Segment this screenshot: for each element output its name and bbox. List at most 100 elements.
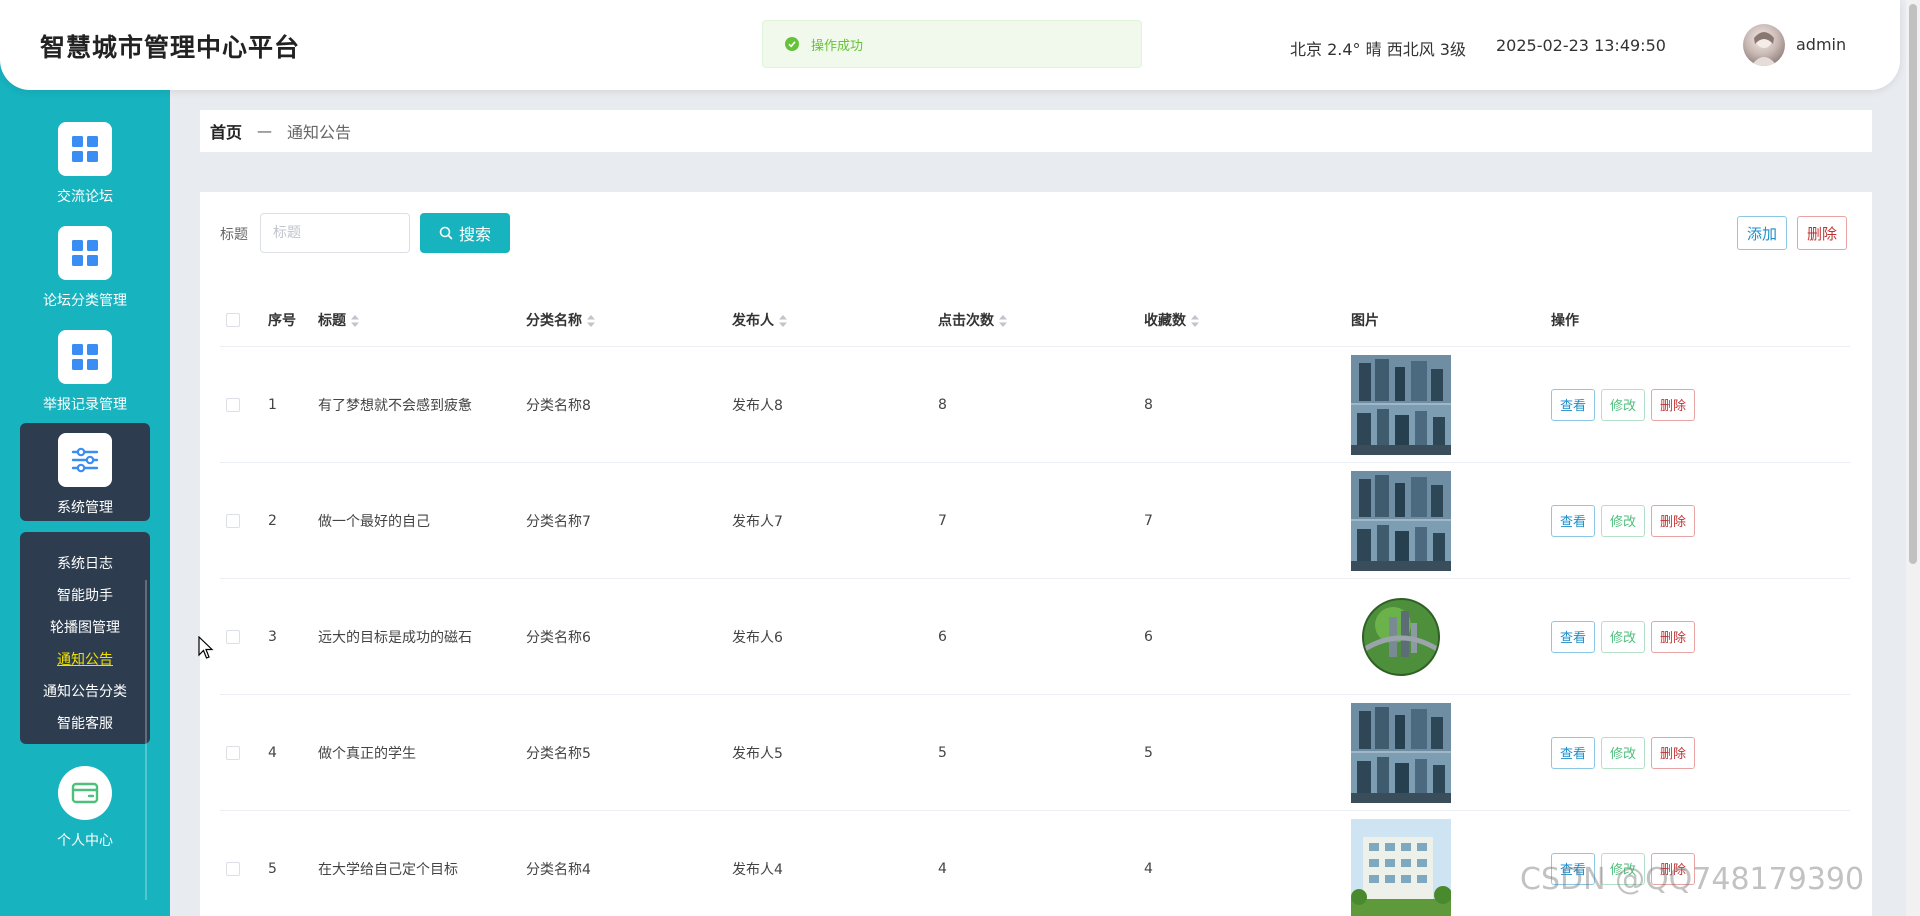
- cell-actions: 查看 修改 删除: [1551, 504, 1811, 537]
- sidebar-item-label: 交流论坛: [57, 189, 113, 205]
- watermark: CSDN @QQ748179390: [1520, 862, 1865, 897]
- cell-actions: 查看 修改 删除: [1551, 388, 1811, 421]
- cell-title: 做个真正的学生: [318, 745, 416, 762]
- sidebar-item-label: 个人中心: [57, 833, 113, 849]
- sort-icon[interactable]: [1191, 315, 1199, 327]
- top-header: 智慧城市管理中心平台 操作成功 北京 2.4° 晴 西北风 3级 2025-02…: [0, 0, 1900, 90]
- sidebar: 交流论坛 论坛分类管理 举报记录管理 系统管理 系统日志 智能助手 轮播图管理 …: [0, 0, 170, 916]
- header-category[interactable]: 分类名称: [526, 310, 732, 330]
- view-button[interactable]: 查看: [1551, 504, 1596, 537]
- select-all-checkbox[interactable]: [226, 313, 240, 327]
- header-publisher[interactable]: 发布人: [732, 310, 938, 330]
- current-datetime: 2025-02-23 13:49:50: [1496, 36, 1666, 55]
- view-button[interactable]: 查看: [1551, 388, 1596, 421]
- sort-icon[interactable]: [999, 315, 1007, 327]
- username[interactable]: admin: [1796, 35, 1846, 54]
- title-search-input[interactable]: [260, 213, 410, 253]
- delete-button[interactable]: 删除: [1651, 388, 1696, 421]
- header-label: 标题: [318, 313, 346, 329]
- sidebar-item-label: 举报记录管理: [43, 397, 127, 413]
- header-label: 发布人: [732, 313, 774, 329]
- city-towers-thumbnail[interactable]: [1351, 354, 1451, 455]
- cell-clicks: 8: [938, 396, 947, 413]
- view-button[interactable]: 查看: [1551, 620, 1596, 653]
- row-checkbox[interactable]: [226, 629, 240, 644]
- cell-category: 分类名称5: [526, 745, 591, 762]
- search-button[interactable]: 搜索: [420, 213, 510, 253]
- sidebar-scrollbar[interactable]: [145, 580, 147, 900]
- cell-category: 分类名称8: [526, 397, 591, 414]
- header-label: 分类名称: [526, 313, 582, 329]
- cell-category: 分类名称6: [526, 629, 591, 646]
- edit-button[interactable]: 修改: [1601, 736, 1646, 769]
- sliders-icon: [58, 433, 112, 487]
- sidebar-item-forum-category[interactable]: 论坛分类管理: [20, 216, 150, 314]
- header-favorites[interactable]: 收藏数: [1144, 310, 1351, 330]
- notice-table: 序号 标题 分类名称 发布人 点击次数 收藏数 图片 操作 1 有了梦想就不会感到…: [220, 294, 1850, 916]
- header-label: 点击次数: [938, 313, 994, 329]
- sidebar-item-system[interactable]: 系统管理: [20, 423, 150, 521]
- cell-clicks: 5: [938, 744, 947, 761]
- cell-index: 3: [268, 628, 277, 645]
- page-scrollbar[interactable]: [1906, 0, 1920, 916]
- search-button-label: 搜索: [458, 225, 491, 244]
- row-checkbox[interactable]: [226, 397, 240, 412]
- apartment-building-thumbnail[interactable]: [1351, 818, 1451, 916]
- row-checkbox[interactable]: [226, 861, 240, 876]
- delete-button[interactable]: 删除: [1651, 736, 1696, 769]
- cell-image: [1351, 470, 1551, 571]
- row-checkbox[interactable]: [226, 513, 240, 528]
- cell-publisher: 发布人5: [732, 745, 783, 762]
- submenu-notice[interactable]: 通知公告: [20, 644, 150, 676]
- submenu-ai-assistant[interactable]: 智能助手: [20, 580, 150, 612]
- submenu-system-log[interactable]: 系统日志: [20, 548, 150, 580]
- cell-clicks: 4: [938, 860, 947, 877]
- table-header: 序号 标题 分类名称 发布人 点击次数 收藏数 图片 操作: [220, 294, 1850, 346]
- add-button[interactable]: 添加: [1737, 216, 1788, 250]
- sort-icon[interactable]: [351, 315, 359, 327]
- table-row: 4 做个真正的学生 分类名称5 发布人5 5 5 查看 修改 删除: [220, 694, 1850, 810]
- view-button[interactable]: 查看: [1551, 736, 1596, 769]
- table-row: 3 远大的目标是成功的磁石 分类名称6 发布人6 6 6 查看 修改 删除: [220, 578, 1850, 694]
- sidebar-item-profile[interactable]: 个人中心: [20, 756, 150, 854]
- grid-icon: [58, 330, 112, 384]
- city-towers-thumbnail[interactable]: [1351, 470, 1451, 571]
- cell-title: 在大学给自己定个目标: [318, 861, 458, 878]
- header-clicks[interactable]: 点击次数: [938, 310, 1144, 330]
- toast-message: 操作成功: [811, 38, 864, 54]
- sort-icon[interactable]: [779, 315, 787, 327]
- green-globe-thumbnail[interactable]: [1351, 586, 1451, 687]
- page-scrollbar-thumb[interactable]: [1909, 4, 1917, 564]
- delete-button[interactable]: 删除: [1651, 620, 1696, 653]
- header-title[interactable]: 标题: [318, 310, 526, 330]
- cell-title: 做一个最好的自己: [318, 513, 430, 530]
- wallet-icon: [58, 766, 112, 820]
- sidebar-item-report[interactable]: 举报记录管理: [20, 320, 150, 418]
- sidebar-item-forum[interactable]: 交流论坛: [20, 112, 150, 210]
- cell-favorites: 5: [1144, 744, 1153, 761]
- submenu-notice-category[interactable]: 通知公告分类: [20, 676, 150, 708]
- cell-image: [1351, 702, 1551, 803]
- bulk-delete-button[interactable]: 删除: [1797, 216, 1848, 250]
- weather-info: 北京 2.4° 晴 西北风 3级: [1290, 40, 1466, 59]
- cell-favorites: 4: [1144, 860, 1153, 877]
- row-checkbox[interactable]: [226, 745, 240, 760]
- submenu-carousel[interactable]: 轮播图管理: [20, 612, 150, 644]
- edit-button[interactable]: 修改: [1601, 620, 1646, 653]
- cell-image: [1351, 586, 1551, 687]
- edit-button[interactable]: 修改: [1601, 388, 1646, 421]
- breadcrumb-home[interactable]: 首页: [210, 119, 242, 143]
- cell-favorites: 6: [1144, 628, 1153, 645]
- submenu-customer-service[interactable]: 智能客服: [20, 708, 150, 740]
- sort-icon[interactable]: [587, 315, 595, 327]
- table-row: 2 做一个最好的自己 分类名称7 发布人7 7 7 查看 修改 删除: [220, 462, 1850, 578]
- header-label: 收藏数: [1144, 313, 1186, 329]
- edit-button[interactable]: 修改: [1601, 504, 1646, 537]
- city-towers-thumbnail[interactable]: [1351, 702, 1451, 803]
- delete-button[interactable]: 删除: [1651, 504, 1696, 537]
- cell-title: 有了梦想就不会感到疲惫: [318, 397, 472, 414]
- avatar[interactable]: [1743, 24, 1785, 66]
- cell-actions: 查看 修改 删除: [1551, 620, 1811, 653]
- table-row: 1 有了梦想就不会感到疲惫 分类名称8 发布人8 8 8 查看 修改 删除: [220, 346, 1850, 462]
- breadcrumb-current: 通知公告: [287, 123, 352, 142]
